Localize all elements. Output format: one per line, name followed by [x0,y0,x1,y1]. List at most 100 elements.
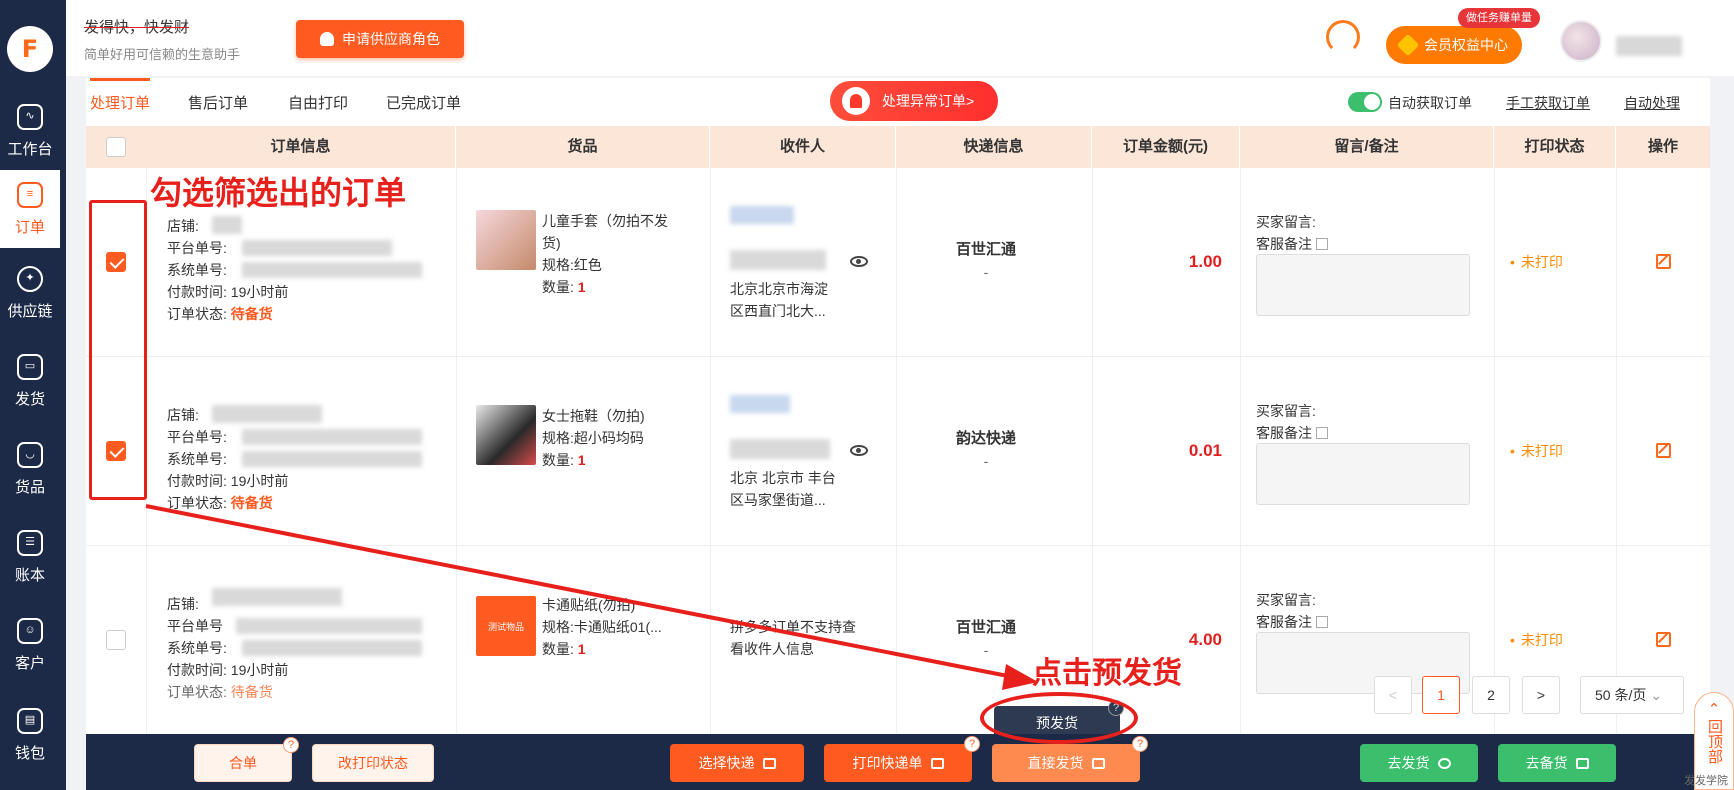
order-status-value: 待备货 [230,684,273,700]
order-status: 订单状态: 待备货 [167,682,273,702]
print-waybill-button[interactable]: 打印快递单 ? [824,736,980,782]
go-stock-button[interactable]: 去备货 [1498,744,1616,782]
qty-value: 1 [577,452,586,468]
receiver-name-blurred [730,206,794,224]
back-to-top-label: 回顶部 [1706,719,1723,764]
sidebar-item-workbench[interactable]: ∿ 工作台 [0,92,60,170]
sidebar-item-wallet[interactable]: ▤ 钱包 [0,696,60,774]
auto-process-link[interactable]: 自动处理 [1624,93,1680,113]
handle-abnormal-orders-button[interactable]: 处理异常订单> [830,81,998,121]
address-line: 北京 北京市 丰台 [730,470,836,486]
help-icon[interactable]: ? [1132,736,1148,752]
product-info: 儿童手套（勿拍不发 货) 规格:红色 数量: 1 [542,210,668,298]
change-print-status-button[interactable]: 改打印状态 [312,744,434,782]
brand-subtitle: 简单好用可信赖的生意助手 [84,47,241,62]
system-no-blurred [242,262,422,278]
order-status-value: 待备货 [230,495,273,511]
chevron-up-icon: ⌃ [1707,701,1721,718]
product-thumbnail-sticker[interactable]: 测试物品 [476,596,536,656]
go-ship-button[interactable]: 去发货 [1360,744,1478,782]
printer-icon [930,757,944,769]
product-qty: 数量: 1 [542,449,645,471]
product-thumbnail-gloves[interactable] [476,210,536,270]
ship-icon [1091,757,1105,769]
product-thumbnail-slippers[interactable] [476,405,536,465]
go-ship-label: 去发货 [1387,755,1430,771]
select-all-checkbox[interactable] [106,137,126,157]
sidebar-item-goods[interactable]: ◡ 货品 [0,430,60,508]
sidebar-item-customers[interactable]: ☺ 客户 [0,606,60,684]
product-name: 儿童手套（勿拍不发 [542,213,668,229]
product-spec: 规格:卡通贴纸01(... [542,619,662,635]
merge-label: 合单 [229,755,257,771]
qty-label: 数量: [542,641,574,657]
tab-free-print[interactable]: 自由打印 [288,92,348,113]
courier-no: - [983,264,989,280]
address-line: 北京北京市海淀 [730,281,828,297]
edit-icon[interactable] [1656,632,1671,647]
task-badge[interactable]: 做任务赚单量 [1458,8,1540,28]
tab-after-sales[interactable]: 售后订单 [188,92,248,113]
merge-order-button[interactable]: 合单 ? [194,737,299,782]
choose-courier-button[interactable]: 选择快递 [670,744,804,782]
edit-icon[interactable] [1656,443,1671,458]
username-blurred[interactable] [1616,36,1682,56]
pay-time-value: 19小时前 [230,473,289,489]
page-1-button[interactable]: 1 [1422,676,1460,714]
tab-process-orders[interactable]: 处理订单 [90,92,150,113]
member-center-button[interactable]: 会员权益中心 [1386,26,1522,64]
sidebar-item-label: 供应链 [7,302,53,320]
platform-no-label: 平台单号 [167,618,223,634]
address-line: 区马家堡街道... [730,492,826,508]
sidebar-item-label: 发货 [14,390,45,408]
help-icon[interactable]: ? [283,737,299,753]
cs-note-label[interactable]: 客服备注 [1256,612,1328,632]
tab-completed[interactable]: 已完成订单 [386,92,461,113]
sidebar-item-label: 货品 [14,478,45,496]
top-header: 发得快，快发财 简单好用可信赖的生意助手 申请供应商角色 会员权益中心 做任务赚… [66,0,1734,76]
pay-time: 付款时间: 19小时前 [167,282,288,302]
system-no-label: 系统单号: [167,262,227,278]
table-row: 店铺: 平台单号: 系统单号: 付款时间: 19小时前 订单状态: 待备货 女士… [86,357,1710,546]
annotation-click-hint: 点击预发货 [1032,656,1182,691]
row-checkbox[interactable] [106,630,126,650]
manual-fetch-link[interactable]: 手工获取订单 [1506,93,1590,113]
sidebar-item-label: 客户 [14,654,45,672]
app-logo[interactable]: F [7,26,53,72]
apply-supplier-button[interactable]: 申请供应商角色 [296,20,464,58]
prev-page-button[interactable]: < [1374,676,1412,714]
edit-icon[interactable] [1656,254,1671,269]
sidebar-item-supply-chain[interactable]: ✦ 供应链 [0,254,60,332]
system-no-blurred [242,451,422,467]
wallet-icon: ▤ [17,707,43,734]
direct-ship-button[interactable]: 直接发货 ? [992,736,1148,782]
column-header: 订单信息 [146,126,456,168]
cs-note-box[interactable] [1256,254,1470,316]
avatar[interactable] [1560,20,1602,62]
product-name: 卡通贴纸(勿拍) [542,597,636,613]
eye-icon[interactable] [850,256,868,267]
abnormal-btn-label: 处理异常订单> [882,93,975,109]
courier-no: - [983,453,989,469]
auto-fetch-toggle[interactable] [1348,92,1382,112]
cs-note-label[interactable]: 客服备注 [1256,234,1328,254]
pay-time-value: 19小时前 [230,284,289,300]
next-page-button[interactable]: > [1522,676,1560,714]
headset-icon[interactable] [1326,20,1360,54]
eye-icon[interactable] [850,445,868,456]
platform-no-label: 平台单号: [167,429,227,445]
page-size-select[interactable]: 50 条/页 ⌄ [1580,676,1684,714]
order-status-label: 订单状态: [167,306,227,322]
page-2-button[interactable]: 2 [1472,676,1510,714]
cs-note-label[interactable]: 客服备注 [1256,423,1328,443]
sidebar-item-orders[interactable]: ≡ 订单 [0,170,60,248]
address-line: 区西直门北大... [730,303,826,319]
order-status-label: 订单状态: [167,495,227,511]
help-icon[interactable]: ? [964,736,980,752]
column-header: 操作 [1647,138,1678,155]
cs-note-box[interactable] [1256,443,1470,505]
workbench-icon: ∿ [17,103,43,130]
sidebar-item-ledger[interactable]: ☰ 账本 [0,518,60,596]
sidebar-item-shipping[interactable]: ▭ 发货 [0,342,60,420]
direct-ship-label: 直接发货 [1027,755,1084,771]
